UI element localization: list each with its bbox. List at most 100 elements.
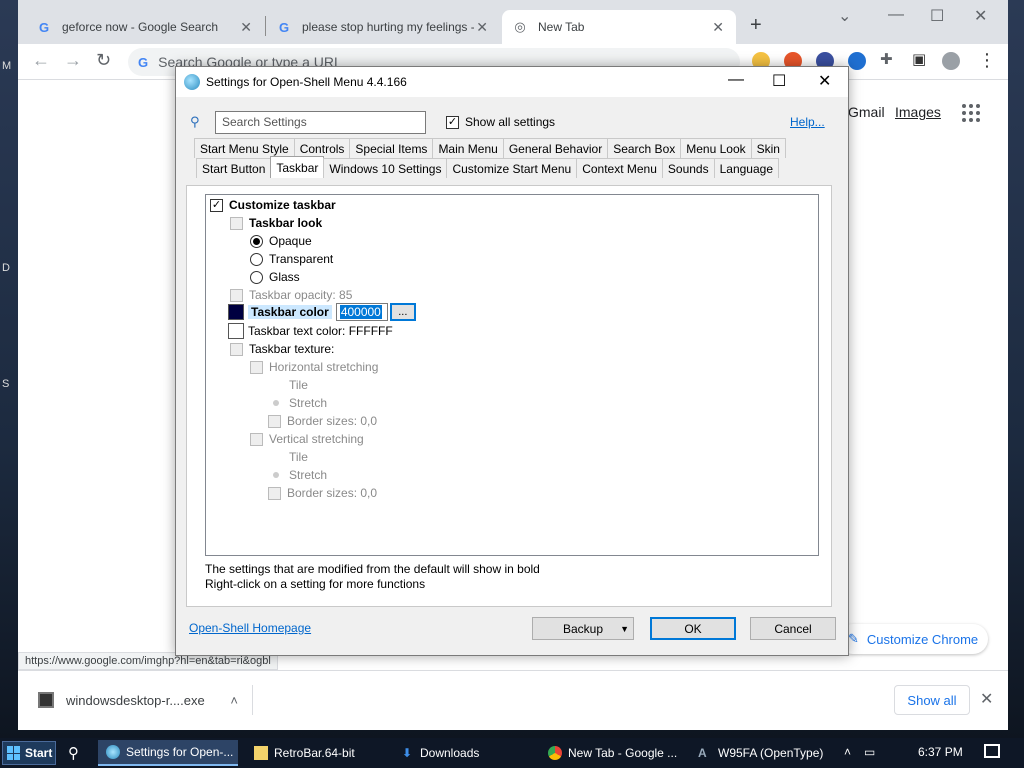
customize-taskbar-row[interactable]: ✓ Customize taskbar xyxy=(210,196,336,214)
browser-tab-feelings[interactable]: G please stop hurting my feelings - ✕ xyxy=(266,10,500,44)
close-icon[interactable]: ✕ xyxy=(818,71,831,91)
download-item[interactable]: windowsdesktop-r....exe ˄ xyxy=(28,685,253,715)
transparent-label: Transparent xyxy=(269,252,334,266)
color-swatch xyxy=(228,323,244,339)
tab-controls[interactable]: Controls xyxy=(293,138,351,158)
taskbar-text-color-row[interactable]: Taskbar text color: FFFFFF xyxy=(228,322,393,340)
side-panel-icon[interactable]: ▣ xyxy=(912,50,926,68)
tab-menu-look[interactable]: Menu Look xyxy=(680,138,752,158)
start-button[interactable]: Start xyxy=(2,741,56,765)
v-tile-row[interactable]: Tile xyxy=(270,448,308,466)
menu-kebab-icon[interactable]: ⋮ xyxy=(978,50,996,71)
tab-search-box[interactable]: Search Box xyxy=(607,138,682,158)
show-all-downloads-button[interactable]: Show all xyxy=(894,685,970,715)
new-tab-plus-icon[interactable]: + xyxy=(750,14,762,37)
settings-dialog: Settings for Open-Shell Menu 4.4.166 — ☐… xyxy=(175,66,849,656)
minimize-icon[interactable]: — xyxy=(888,6,904,24)
search-icon[interactable]: ⚲ xyxy=(68,744,79,762)
tab-main-menu[interactable]: Main Menu xyxy=(432,138,504,158)
help-link[interactable]: Help... xyxy=(790,115,825,129)
chevron-up-icon[interactable]: ˄ xyxy=(230,693,238,708)
glass-radio-row[interactable]: Glass xyxy=(250,268,300,286)
close-window-icon[interactable]: ✕ xyxy=(974,6,987,26)
taskbar-color-row[interactable]: Taskbar color 400000 ... xyxy=(228,303,416,321)
v-stretch-row[interactable]: Stretch xyxy=(270,466,327,484)
back-arrow-icon[interactable]: ← xyxy=(32,50,50,71)
notification-center-icon[interactable] xyxy=(984,744,1000,758)
h-tile-row[interactable]: Tile xyxy=(270,376,308,394)
settings-group-icon xyxy=(268,486,281,500)
horizontal-stretching-row[interactable]: Horizontal stretching xyxy=(250,358,378,376)
tab-language[interactable]: Language xyxy=(713,158,779,178)
radio-selected-icon[interactable] xyxy=(250,234,263,248)
taskbar-color-input[interactable]: 400000 xyxy=(335,303,388,321)
taskbar-opacity-row[interactable]: Taskbar opacity: 85 xyxy=(230,286,352,304)
opaque-radio-row[interactable]: Opaque xyxy=(250,232,312,250)
maximize-icon[interactable]: ☐ xyxy=(930,6,944,26)
tab-skin[interactable]: Skin xyxy=(750,138,786,158)
settings-tabs-row1: Start Menu Style Controls Special Items … xyxy=(194,138,786,158)
customize-chrome-button[interactable]: ✎ Customize Chrome xyxy=(838,624,988,654)
google-apps-icon[interactable] xyxy=(962,104,980,122)
taskbar-texture-row[interactable]: Taskbar texture: xyxy=(230,340,334,358)
tab-context-menu[interactable]: Context Menu xyxy=(576,158,663,178)
tab-sounds[interactable]: Sounds xyxy=(661,158,715,178)
opaque-label: Opaque xyxy=(269,234,312,248)
close-shelf-icon[interactable]: ✕ xyxy=(980,689,993,709)
extension-icon[interactable] xyxy=(848,52,866,70)
tab-start-button[interactable]: Start Button xyxy=(196,158,272,178)
taskbar-item-downloads[interactable]: ⬇ Downloads xyxy=(392,740,534,766)
tab-windows10-settings[interactable]: Windows 10 Settings xyxy=(323,158,448,178)
close-tab-icon[interactable]: ✕ xyxy=(712,19,724,36)
taskbar-item-chrome[interactable]: New Tab - Google ... xyxy=(540,740,682,766)
taskbar-color-label: Taskbar color xyxy=(248,305,332,319)
desktop-fragment: S xyxy=(2,378,10,390)
tab-special-items[interactable]: Special Items xyxy=(349,138,434,158)
h-border-sizes-row[interactable]: Border sizes: 0,0 xyxy=(268,412,377,430)
backup-dropdown-button[interactable]: Backup ▼ xyxy=(532,617,634,640)
browser-tab-newtab[interactable]: ◎ New Tab ✕ xyxy=(502,10,736,44)
v-tile-label: Tile xyxy=(289,450,308,464)
clock[interactable]: 6:37 PM xyxy=(918,745,963,759)
forward-arrow-icon[interactable]: → xyxy=(64,50,82,71)
dialog-title-bar[interactable]: Settings for Open-Shell Menu 4.4.166 — ☐… xyxy=(176,67,848,97)
taskbar-item-settings[interactable]: Settings for Open-... xyxy=(98,740,238,766)
tab-search-chevron-icon[interactable]: ⌄ xyxy=(838,6,851,26)
reload-icon[interactable]: ↻ xyxy=(96,50,111,71)
tab-customize-start-menu[interactable]: Customize Start Menu xyxy=(446,158,578,178)
maximize-icon[interactable]: ☐ xyxy=(772,71,786,91)
checkbox-checked-icon[interactable]: ✓ xyxy=(446,115,459,129)
profile-avatar-icon[interactable] xyxy=(942,52,960,70)
taskbar-look-row[interactable]: Taskbar look xyxy=(230,214,322,232)
v-border-sizes-row[interactable]: Border sizes: 0,0 xyxy=(268,484,377,502)
gmail-link[interactable]: Gmail xyxy=(848,104,885,120)
settings-tabs-row2: Start Button Taskbar Windows 10 Settings… xyxy=(196,156,779,178)
ok-button[interactable]: OK xyxy=(650,617,736,640)
browser-tab-geforce[interactable]: G geforce now - Google Search ✕ xyxy=(26,10,264,44)
show-all-settings-checkbox[interactable]: ✓ Show all settings xyxy=(446,115,555,129)
taskbar-item-font[interactable]: A W95FA (OpenType) xyxy=(690,740,824,766)
color-picker-button[interactable]: ... xyxy=(389,303,416,321)
taskbar-item-retrobar[interactable]: RetroBar.64-bit xyxy=(246,740,386,766)
h-stretch-row[interactable]: Stretch xyxy=(270,394,327,412)
checkbox-checked-icon[interactable]: ✓ xyxy=(210,198,223,212)
transparent-radio-row[interactable]: Transparent xyxy=(250,250,333,268)
desktop-fragment: D xyxy=(2,262,10,274)
close-tab-icon[interactable]: ✕ xyxy=(476,19,488,36)
puzzle-extensions-icon[interactable]: ✚ xyxy=(880,50,893,68)
tab-taskbar[interactable]: Taskbar xyxy=(270,156,325,178)
chevron-up-icon[interactable]: ˄ xyxy=(844,745,851,759)
radio-unselected-icon[interactable] xyxy=(250,270,263,284)
close-tab-icon[interactable]: ✕ xyxy=(240,19,252,36)
radio-unselected-icon[interactable] xyxy=(250,252,263,266)
minimize-icon[interactable]: — xyxy=(728,71,744,89)
search-settings-input[interactable]: Search Settings xyxy=(215,111,426,134)
tab-general-behavior[interactable]: General Behavior xyxy=(502,138,609,158)
images-link[interactable]: Images xyxy=(895,104,941,120)
tab-start-menu-style[interactable]: Start Menu Style xyxy=(194,138,295,158)
open-shell-homepage-link[interactable]: Open-Shell Homepage xyxy=(189,621,311,635)
network-icon[interactable]: ▭ xyxy=(864,745,875,759)
cancel-button[interactable]: Cancel xyxy=(750,617,836,640)
open-shell-shell-icon xyxy=(184,74,200,90)
vertical-stretching-row[interactable]: Vertical stretching xyxy=(250,430,364,448)
